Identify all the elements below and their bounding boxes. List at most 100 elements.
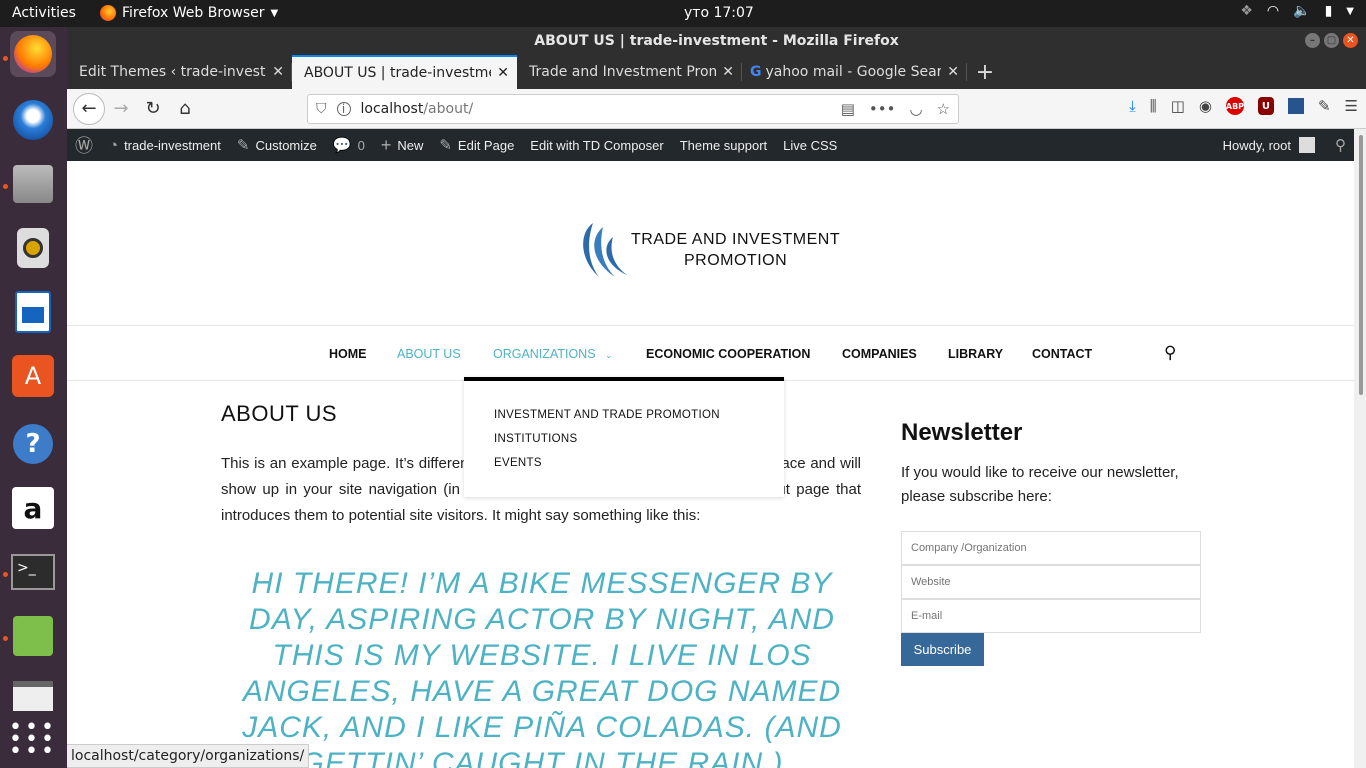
pocket-icon[interactable]: ◡: [909, 100, 922, 118]
close-tab-icon[interactable]: ✕: [272, 64, 284, 80]
site-logo[interactable]: TRADE AND INVESTMENT PROMOTION: [573, 219, 840, 281]
extension-pen-icon[interactable]: ✎: [1318, 97, 1331, 115]
edit-page-link[interactable]: ✎ Edit Page: [431, 129, 522, 161]
chevron-down-icon: ⌄: [605, 350, 613, 360]
new-content-link[interactable]: + New: [373, 129, 432, 161]
grid-icon: ••• ••• •••: [9, 715, 57, 764]
search-icon[interactable]: ⚲: [1335, 136, 1346, 154]
theme-support-link[interactable]: Theme support: [672, 129, 775, 161]
notes-launcher[interactable]: [10, 673, 56, 719]
comment-count: 0: [357, 137, 365, 153]
email-input[interactable]: [901, 599, 1201, 633]
show-apps-button[interactable]: ••• ••• •••: [9, 715, 57, 764]
company-input[interactable]: [901, 531, 1201, 565]
menu-item-economic-cooperation[interactable]: ECONOMIC COOPERATION: [646, 347, 810, 361]
menu-item-organizations[interactable]: ORGANIZATIONS ⌄: [493, 347, 613, 361]
help-launcher[interactable]: ?: [10, 421, 56, 467]
activities-button[interactable]: Activities: [12, 5, 76, 21]
main-menu: HOME ABOUT US ORGANIZATIONS ⌄ ECONOMIC C…: [67, 326, 1354, 380]
page-actions-icon[interactable]: •••: [869, 100, 896, 118]
writer-launcher[interactable]: [10, 289, 56, 335]
files-icon: [13, 165, 53, 203]
close-tab-icon[interactable]: ✕: [497, 65, 509, 81]
reload-button[interactable]: ↻: [137, 93, 169, 125]
ublock-icon[interactable]: U: [1257, 97, 1274, 115]
organizations-label: ORGANIZATIONS: [493, 347, 596, 361]
app-menu[interactable]: Firefox Web Browser ▼: [100, 5, 278, 21]
wp-logo-menu[interactable]: Ⓦ: [67, 129, 101, 161]
howdy-account[interactable]: Howdy, root: [1223, 138, 1291, 153]
account-icon[interactable]: ◉: [1199, 97, 1212, 115]
extension-icon[interactable]: [1287, 98, 1304, 114]
terminal-launcher[interactable]: >_: [10, 549, 56, 595]
shield-icon[interactable]: ⛉: [316, 101, 327, 117]
subscribe-button[interactable]: Subscribe: [901, 633, 984, 666]
thunderbird-launcher[interactable]: [10, 97, 56, 143]
rhythmbox-launcher[interactable]: [10, 225, 56, 271]
pencil-icon: ✎: [439, 137, 452, 154]
minimize-button[interactable]: –: [1305, 33, 1320, 48]
tab-about-us[interactable]: ABOUT US | trade-investment ✕: [292, 55, 517, 89]
edit-page-label: Edit Page: [457, 137, 515, 153]
software-icon: A: [12, 355, 54, 397]
website-input[interactable]: [901, 565, 1201, 599]
scrollbar-thumb[interactable]: [1359, 135, 1363, 395]
tab-google-search[interactable]: G yahoo mail - Google Search ✕: [742, 55, 967, 89]
menu-item-about[interactable]: ABOUT US: [397, 347, 461, 361]
tab-trade-investment[interactable]: Trade and Investment Promotion ✕: [517, 55, 742, 89]
close-window-button[interactable]: ✕: [1343, 33, 1358, 48]
library-icon[interactable]: ⫼: [1150, 97, 1157, 115]
reader-view-icon[interactable]: ▤: [841, 100, 855, 118]
help-icon: ?: [13, 424, 53, 464]
new-tab-button[interactable]: +: [967, 55, 1003, 89]
adblock-icon[interactable]: ABP: [1226, 97, 1244, 115]
tab-label: Edit Themes ‹ trade-investment: [79, 64, 266, 80]
admin-site-link[interactable]: ◔ trade-investment: [101, 129, 229, 161]
chevron-down-icon: ▼: [270, 7, 279, 19]
logo-text: TRADE AND INVESTMENT PROMOTION: [631, 229, 840, 271]
chevron-down-icon: ▼: [1346, 5, 1354, 17]
url-bar[interactable]: ⛉ i localhost/about/ ▤ ••• ◡ ☆: [307, 94, 959, 124]
logo-swoosh-icon: [583, 223, 627, 277]
running-indicator: [3, 636, 8, 641]
files-launcher[interactable]: [10, 161, 56, 207]
menu-item-home[interactable]: HOME: [329, 347, 367, 361]
tab-strip: Edit Themes ‹ trade-investment ✕ ABOUT U…: [67, 55, 1366, 89]
amazon-launcher[interactable]: a: [10, 485, 56, 531]
info-icon[interactable]: i: [336, 102, 351, 116]
comments-link[interactable]: 💬 0: [325, 129, 373, 161]
bookmark-star-icon[interactable]: ☆: [937, 100, 950, 118]
back-button[interactable]: ←: [73, 92, 105, 125]
customize-link[interactable]: ✎ Customize: [229, 129, 325, 161]
clock[interactable]: уто 17:07: [684, 5, 754, 21]
system-tray[interactable]: ❖ ◠ 🔈 ▮ ▼: [1240, 3, 1354, 19]
gnome-top-bar: Activities Firefox Web Browser ▼ уто 17:…: [0, 0, 1366, 27]
avatar[interactable]: [1299, 137, 1315, 153]
menu-item-companies[interactable]: COMPANIES: [842, 347, 917, 361]
title-bar: ABOUT US | trade-investment - Mozilla Fi…: [67, 27, 1366, 55]
forward-button[interactable]: →: [105, 93, 137, 125]
close-tab-icon[interactable]: ✕: [947, 64, 959, 80]
comment-icon: 💬: [332, 137, 352, 154]
td-composer-link[interactable]: Edit with TD Composer: [522, 129, 671, 161]
page-scrollbar[interactable]: [1354, 129, 1366, 768]
search-icon[interactable]: ⚲: [1164, 343, 1176, 363]
maximize-button[interactable]: ▢: [1324, 33, 1339, 48]
menu-item-library[interactable]: LIBRARY: [948, 347, 1003, 361]
live-css-link[interactable]: Live CSS: [775, 129, 845, 161]
dropdown-item-events[interactable]: EVENTS: [494, 457, 542, 469]
gedit-launcher[interactable]: [10, 613, 56, 659]
download-icon[interactable]: ⤓: [1129, 97, 1136, 115]
close-tab-icon[interactable]: ✕: [722, 64, 734, 80]
dropdown-item-institutions[interactable]: INVESTMENT AND TRADE PROMOTION INSTITUTI…: [494, 403, 720, 451]
dropbox-icon[interactable]: ❖: [1240, 3, 1253, 19]
url-path: /about/: [423, 101, 474, 117]
tab-edit-themes[interactable]: Edit Themes ‹ trade-investment ✕: [67, 55, 292, 89]
software-launcher[interactable]: A: [10, 353, 56, 399]
running-indicator: [3, 184, 8, 189]
firefox-launcher[interactable]: [10, 31, 56, 77]
sidebar-icon[interactable]: ◫: [1171, 97, 1185, 115]
hamburger-menu-icon[interactable]: ☰: [1345, 97, 1358, 115]
home-button[interactable]: ⌂: [169, 93, 201, 125]
menu-item-contact[interactable]: CONTACT: [1032, 347, 1092, 361]
